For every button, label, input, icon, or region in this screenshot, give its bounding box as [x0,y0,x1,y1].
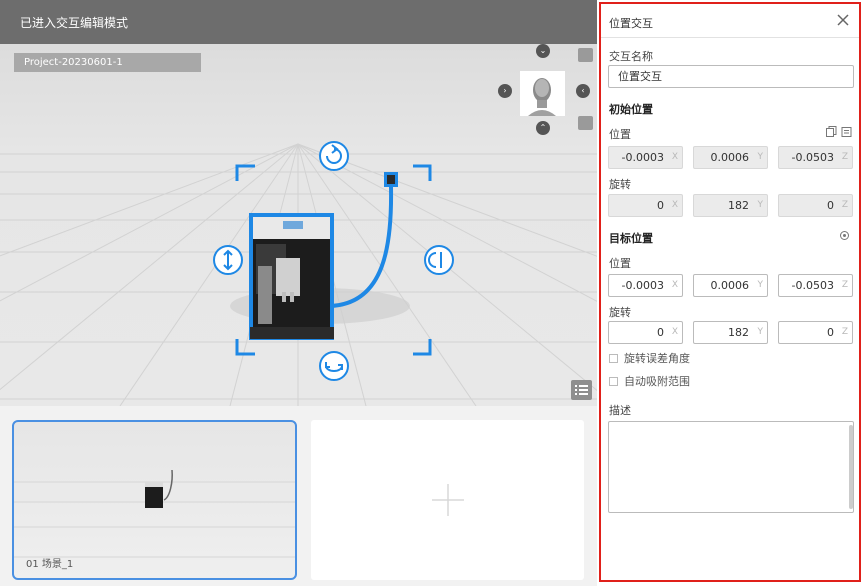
description-label: 描述 [609,404,631,417]
target-rotation-y-input[interactable]: 182 Y [693,321,768,344]
initial-rotation-y-field: 182 Y [693,194,768,217]
rotation-tolerance-label: 旋转误差角度 [624,352,690,365]
coffee-machine-model [249,213,334,340]
rotation-tolerance-checkbox[interactable]: 旋转误差角度 [609,350,690,366]
rotate-bottom-handle [319,351,349,381]
axis-z-label: Z [841,280,848,290]
scene-strip: 01 场景_1 [0,406,597,586]
initial-position-x-field: -0.0003 X [608,146,683,169]
axis-y-label: Y [757,280,764,290]
axis-z-label: Z [841,200,848,210]
copy-icon[interactable] [826,126,837,137]
initial-position-z-value: -0.0503 [791,151,834,164]
target-position-y-value: 0.0006 [710,279,750,292]
axis-x-label: X [671,280,678,290]
axis-z-label: Z [841,327,848,337]
rotate-right-handle [424,245,454,275]
editor-mode-title: 已进入交互编辑模式 [20,16,129,30]
interaction-name-label: 交互名称 [609,50,653,63]
target-rotation-y-value: 182 [728,326,749,339]
target-position-z-value: -0.0503 [791,279,834,292]
target-rotation-z-input[interactable]: 0 Z [778,321,853,344]
target-rotation-x-value: 0 [657,326,664,339]
panel-header: 位置交互 [601,4,859,38]
add-scene-button[interactable] [311,420,584,580]
interaction-name-input[interactable]: 位置交互 [608,65,854,88]
initial-rotation-z-field: 0 Z [778,194,853,217]
initial-position-label: 位置 [609,128,631,141]
initial-rotation-x-field: 0 X [608,194,683,217]
locate-target-icon[interactable] [839,230,850,241]
description-scrollbar[interactable] [849,425,853,509]
axis-x-label: X [671,152,678,162]
move-vertical-handle [213,245,243,275]
target-position-label: 位置 [609,257,631,270]
transform-gizmo[interactable] [0,44,597,406]
description-textarea[interactable] [608,421,854,513]
initial-rotation-label: 旋转 [609,178,631,191]
axis-x-label: X [671,200,678,210]
initial-position-heading: 初始位置 [609,103,653,116]
initial-position-x-value: -0.0003 [621,151,664,164]
editor-header: 已进入交互编辑模式 [0,0,597,44]
auto-snap-checkbox[interactable]: 自动吸附范围 [609,373,690,389]
initial-position-y-field: 0.0006 Y [693,146,768,169]
axis-y-label: Y [757,200,764,210]
target-position-heading: 目标位置 [609,232,653,245]
target-rotation-label: 旋转 [609,306,631,319]
initial-position-z-field: -0.0503 Z [778,146,853,169]
target-position-x-value: -0.0003 [621,279,664,292]
axis-y-label: Y [757,152,764,162]
target-rotation-z-value: 0 [827,326,834,339]
initial-rotation-x-value: 0 [657,199,664,212]
initial-rotation-y-value: 182 [728,199,749,212]
checkbox-box[interactable] [609,354,618,363]
3d-viewport[interactable]: Project-20230601-1 ⌄ › ‹ ⌃ [0,44,597,406]
axis-y-label: Y [757,327,764,337]
panel-title: 位置交互 [609,17,653,30]
close-icon[interactable] [835,12,851,28]
axis-x-label: X [671,327,678,337]
scene-label: 01 场景_1 [26,559,74,570]
checkbox-box[interactable] [609,377,618,386]
interaction-panel: 位置交互 交互名称 位置交互 初始位置 位置 -0.0003 X 0.0006 … [599,2,861,582]
target-position-y-input[interactable]: 0.0006 Y [693,274,768,297]
editor-area: 已进入交互编辑模式 Project-20230601-1 ⌄ › ‹ ⌃ 01 … [0,0,597,586]
initial-position-y-value: 0.0006 [710,151,750,164]
plus-icon [432,484,464,516]
target-position-x-input[interactable]: -0.0003 X [608,274,683,297]
auto-snap-label: 自动吸附范围 [624,375,690,388]
axis-z-label: Z [841,152,848,162]
rotate-top-handle [319,141,349,171]
scrollbar-thumb[interactable] [849,425,853,509]
target-rotation-x-input[interactable]: 0 X [608,321,683,344]
initial-rotation-z-value: 0 [827,199,834,212]
paste-icon[interactable] [841,126,852,137]
target-position-z-input[interactable]: -0.0503 Z [778,274,853,297]
scene-card[interactable]: 01 场景_1 [12,420,297,580]
